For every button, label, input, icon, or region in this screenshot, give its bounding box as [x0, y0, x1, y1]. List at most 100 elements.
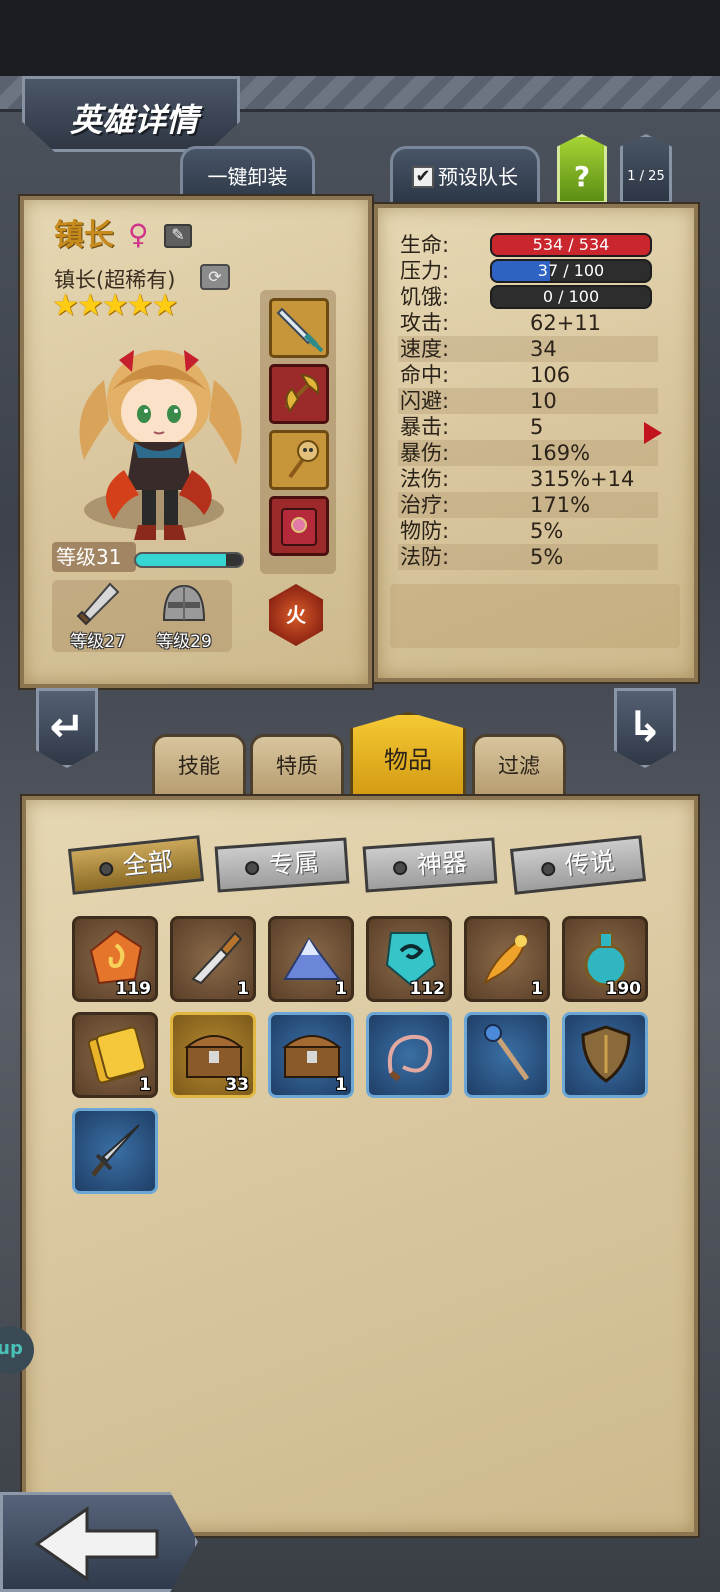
- inventory-item[interactable]: [464, 1012, 550, 1098]
- xp-bar-fill: [136, 554, 227, 566]
- stat-label: 法防:: [400, 545, 450, 569]
- sword-icon: [76, 582, 120, 626]
- weapon-gear[interactable]: 等级27: [58, 580, 138, 652]
- item-count: 1: [335, 1075, 347, 1095]
- hero-page-counter: 1 / 25: [620, 134, 672, 204]
- stat-value: 10: [530, 389, 557, 413]
- inventory-item[interactable]: 1: [464, 916, 550, 1002]
- inventory-item[interactable]: 1: [268, 1012, 354, 1098]
- element-fire-badge[interactable]: 火: [269, 584, 323, 646]
- page-title: 英雄详情: [69, 101, 198, 139]
- inventory-item[interactable]: 33: [170, 1012, 256, 1098]
- stats-footer-box: [390, 584, 680, 648]
- item-count: 33: [225, 1075, 249, 1095]
- armor-gear[interactable]: 等级29: [144, 580, 224, 652]
- inventory-item[interactable]: [366, 1012, 452, 1098]
- dagger-icon: [91, 1124, 140, 1177]
- filter-exclusive[interactable]: 专属: [214, 837, 350, 893]
- stat-label: 攻击:: [400, 311, 450, 335]
- help-button[interactable]: ?: [557, 134, 607, 204]
- inventory-item[interactable]: 190: [562, 916, 648, 1002]
- stat-label: 暴击:: [400, 415, 450, 439]
- tab-items[interactable]: 物品: [350, 712, 466, 796]
- preset-leader-toggle[interactable]: ✔ 预设队长: [390, 146, 540, 204]
- stat-value: 106: [530, 363, 571, 387]
- stat-label: 闪避:: [400, 389, 450, 413]
- weapon-level: 等级27: [70, 632, 126, 652]
- filter-label: 专属: [267, 847, 320, 880]
- whip-icon: [388, 1034, 433, 1082]
- tab-filter[interactable]: 过滤: [472, 734, 566, 796]
- equip-slot-weapon[interactable]: [269, 298, 329, 358]
- stat-row: 闪避: 10: [398, 388, 658, 414]
- stat-row: 速度: 34: [398, 336, 658, 362]
- swap-class-icon[interactable]: ⟳: [200, 264, 230, 290]
- stat-label: 压力:: [400, 259, 450, 283]
- hp-bar: 534 / 534: [490, 233, 652, 257]
- filter-dot-icon: [540, 861, 556, 877]
- item-count: 112: [409, 979, 446, 999]
- equipment-slots: [260, 290, 336, 574]
- stat-value: 34: [530, 337, 557, 361]
- back-button[interactable]: [0, 1492, 198, 1592]
- filter-dot-icon: [98, 861, 114, 877]
- equip-slot-amulet[interactable]: [269, 430, 329, 490]
- expand-stats-arrow-icon[interactable]: [644, 422, 662, 444]
- edit-name-icon[interactable]: ✎: [164, 224, 192, 248]
- stat-label: 暴伤:: [400, 441, 450, 465]
- inventory-item[interactable]: 119: [72, 916, 158, 1002]
- tab-skills[interactable]: 技能: [152, 734, 246, 796]
- item-count: 1: [531, 979, 543, 999]
- stat-label: 饥饿:: [400, 285, 450, 309]
- stat-label: 物防:: [400, 519, 450, 543]
- status-bar-area: [0, 0, 720, 76]
- inventory-item[interactable]: 1: [170, 916, 256, 1002]
- filter-artifact[interactable]: 神器: [362, 837, 498, 893]
- stat-value: 171%: [530, 493, 591, 517]
- stat-value: 5%: [530, 519, 564, 543]
- stat-label: 命中:: [400, 363, 450, 387]
- checkbox-icon[interactable]: ✔: [412, 165, 434, 188]
- inventory-item[interactable]: [562, 1012, 648, 1098]
- stat-row: 物防: 5%: [398, 518, 658, 544]
- helmet-icon: [162, 584, 206, 621]
- armor-level: 等级29: [156, 632, 212, 652]
- item-count: 119: [115, 979, 152, 999]
- tab-traits[interactable]: 特质: [250, 734, 344, 796]
- equip-slot-axe[interactable]: [269, 364, 329, 424]
- stat-row: 法防: 5%: [398, 544, 658, 570]
- stat-stress: 压力: 37 / 100: [398, 258, 658, 284]
- preset-leader-label: 预设队长: [438, 165, 518, 189]
- stat-row: 命中: 106: [398, 362, 658, 388]
- stat-row: 法伤: 315%+14: [398, 466, 658, 492]
- filter-dot-icon: [392, 860, 408, 876]
- stat-value: 315%+14: [530, 467, 635, 491]
- hunger-value: 0 / 100: [542, 287, 600, 306]
- filter-label: 传说: [563, 846, 617, 881]
- hunger-bar: 0 / 100: [490, 285, 652, 309]
- hero-card: 镇长 ♀ ✎ 镇长(超稀有) ⟳ ★★★★★ 等级31 等级27 等级29 火: [20, 196, 372, 688]
- stat-row: 攻击: 62+11: [398, 310, 658, 336]
- inventory-item[interactable]: 112: [366, 916, 452, 1002]
- rarity-stars: ★★★★★: [52, 288, 178, 323]
- stat-hunger: 饥饿: 0 / 100: [398, 284, 658, 310]
- filter-dot-icon: [244, 860, 260, 876]
- stat-row: 暴伤: 169%: [398, 440, 658, 466]
- equip-slot-book[interactable]: [269, 496, 329, 556]
- filter-legendary[interactable]: 传说: [509, 835, 647, 895]
- filter-all[interactable]: 全部: [67, 835, 205, 895]
- xp-bar: [134, 552, 244, 568]
- ice-sword-icon: [276, 307, 324, 353]
- gear-levels: 等级27 等级29: [52, 580, 232, 652]
- stat-label: 法伤:: [400, 467, 450, 491]
- stat-value: 62+11: [530, 311, 602, 335]
- inventory-item[interactable]: [72, 1108, 158, 1194]
- inventory-item[interactable]: 1: [268, 916, 354, 1002]
- inventory-panel: 全部 专属 神器 传说 119 1 1 112 1 190 1 33 1: [22, 796, 698, 1536]
- shield-icon: [581, 1025, 631, 1083]
- stat-value: 5%: [530, 545, 564, 569]
- golden-axe-icon: [284, 373, 320, 413]
- title-banner: 英雄详情: [22, 76, 240, 152]
- inventory-item[interactable]: 1: [72, 1012, 158, 1098]
- stat-label: 生命:: [400, 233, 450, 257]
